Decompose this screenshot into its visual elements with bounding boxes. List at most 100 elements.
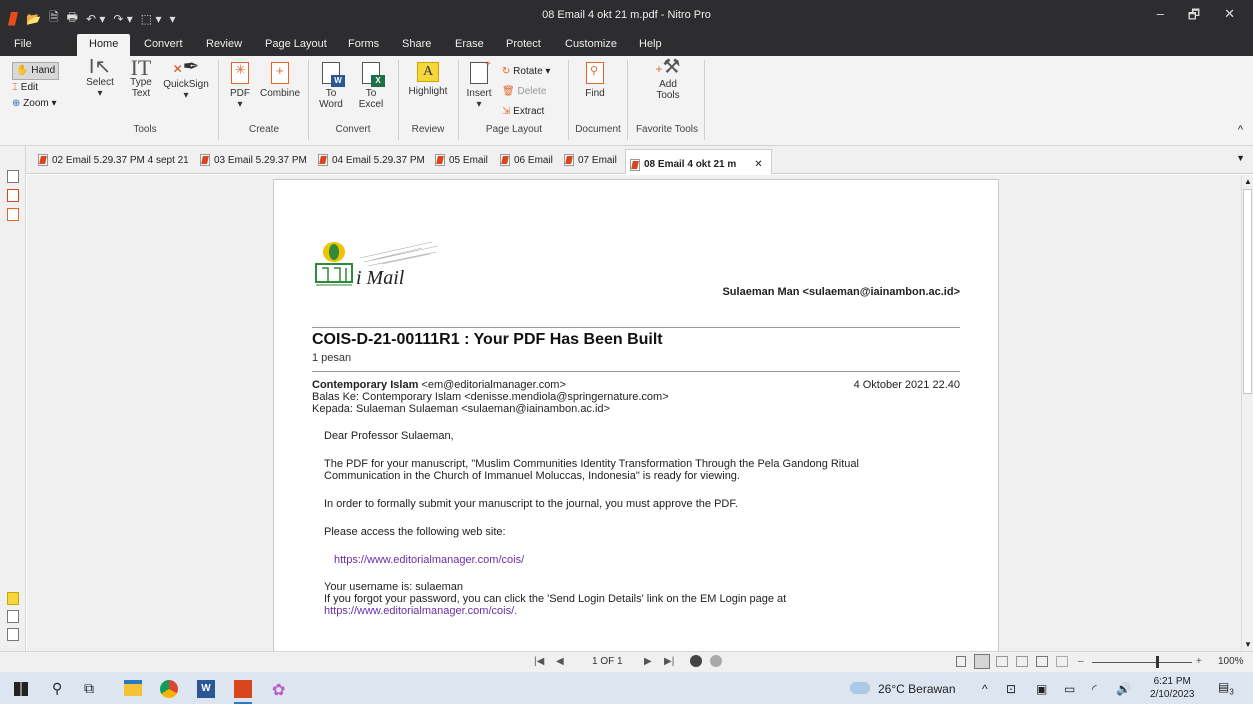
combine-button[interactable]: + Combine: [258, 62, 302, 99]
email-from: Contemporary Islam <em@editorialmanager.…: [312, 379, 566, 391]
tab-protect[interactable]: Protect: [506, 38, 541, 50]
doc-tab[interactable]: 04 Email 5.29.37 PM: [318, 154, 425, 166]
continuous-view-icon[interactable]: [974, 654, 990, 669]
paint-icon[interactable]: ✿: [272, 680, 285, 700]
zoom-level[interactable]: 100%: [1218, 656, 1244, 667]
go-forward-icon[interactable]: [710, 655, 722, 667]
to-excel-button[interactable]: X To Excel: [358, 62, 385, 110]
security-tray-icon[interactable]: ▣: [1036, 682, 1047, 696]
wifi-icon[interactable]: ◜: [1092, 682, 1097, 696]
zoom-tool-button[interactable]: ⊕ Zoom ▾: [12, 96, 59, 112]
restore-button[interactable]: 🗗: [1188, 6, 1200, 28]
scroll-down-icon[interactable]: ▼: [1244, 640, 1252, 649]
doc-tab[interactable]: 06 Email: [500, 154, 553, 166]
facing-view-icon[interactable]: [996, 656, 1008, 667]
search-icon[interactable]: ⚲: [52, 680, 62, 697]
document-viewer[interactable]: i Mail Sulaeman Man <sulaeman@iainambon.…: [27, 175, 1241, 659]
tab-forms[interactable]: Forms: [348, 38, 379, 50]
weather-text[interactable]: 26°C Berawan: [878, 682, 956, 696]
doc-tab-active[interactable]: 08 Email 4 okt 21 m ✕: [625, 149, 772, 174]
tab-share[interactable]: Share: [402, 38, 431, 50]
next-page-button[interactable]: ▶: [644, 656, 652, 667]
chrome-icon[interactable]: [160, 680, 178, 698]
logo-wordmark: i Mail: [356, 267, 405, 289]
select-button[interactable]: I↖ Select ▾: [82, 57, 118, 99]
tab-convert[interactable]: Convert: [144, 38, 183, 50]
security-icon[interactable]: [7, 208, 19, 221]
tab-customize[interactable]: Customize: [565, 38, 617, 50]
edit-tool-button[interactable]: ⌶ Edit: [12, 80, 59, 96]
single-page-view-icon[interactable]: [956, 656, 966, 667]
rotate-button[interactable]: ↻ Rotate ▾: [502, 62, 550, 82]
tab-page-layout[interactable]: Page Layout: [265, 38, 327, 50]
tab-review[interactable]: Review: [206, 38, 242, 50]
email-paragraph: Your username is: sulaeman: [324, 581, 464, 593]
tab-file[interactable]: File: [14, 38, 32, 50]
type-text-button[interactable]: IT Type Text: [126, 57, 156, 100]
editorial-manager-link[interactable]: https://www.editorialmanager.com/cois/: [334, 554, 954, 566]
page-thumbnails-icon[interactable]: [7, 170, 19, 183]
word-icon[interactable]: W: [197, 680, 215, 698]
file-explorer-icon[interactable]: [124, 680, 142, 696]
windows-start-icon[interactable]: [14, 682, 28, 696]
tab-list-chevron-down-icon[interactable]: ▼: [1236, 153, 1245, 163]
editorial-manager-link[interactable]: https://www.editorialmanager.com/cois/.: [324, 605, 944, 617]
zoom-slider-handle[interactable]: [1156, 656, 1159, 668]
doc-tab[interactable]: 05 Email: [435, 154, 488, 166]
task-view-icon[interactable]: ⧉: [84, 680, 94, 697]
highlight-button[interactable]: A Highlight: [403, 62, 453, 97]
tab-help[interactable]: Help: [639, 38, 662, 50]
notifications-icon[interactable]: ▤3: [1218, 680, 1234, 696]
quicksign-button[interactable]: ✕✒ QuickSign ▾: [160, 57, 212, 101]
prev-page-button[interactable]: ◀: [556, 656, 564, 667]
cover-view-icon[interactable]: [1036, 656, 1048, 667]
weather-icon[interactable]: [850, 682, 870, 694]
comments-icon[interactable]: [7, 592, 19, 605]
pdf-create-icon: ✳: [231, 62, 249, 84]
tab-erase[interactable]: Erase: [455, 38, 484, 50]
zoom-out-button[interactable]: –: [1078, 656, 1084, 667]
vertical-scrollbar[interactable]: ▲ ▼: [1241, 175, 1253, 651]
pdf-file-icon: [318, 154, 328, 166]
cover-continuous-icon[interactable]: [1056, 656, 1068, 667]
zoom-in-button[interactable]: +: [1196, 656, 1202, 667]
delete-button[interactable]: 🗑 Delete: [502, 82, 550, 102]
attachments-icon[interactable]: [7, 610, 19, 623]
scroll-thumb[interactable]: [1243, 189, 1252, 394]
doc-tab[interactable]: 07 Email: [564, 154, 617, 166]
rotate-icon: ↻: [502, 66, 511, 77]
meet-now-icon[interactable]: ⊡: [1006, 682, 1016, 696]
doc-tab[interactable]: 03 Email 5.29.37 PM: [200, 154, 307, 166]
first-page-button[interactable]: |◀: [534, 656, 544, 667]
scroll-up-icon[interactable]: ▲: [1244, 177, 1252, 186]
find-button[interactable]: ⚲ Find: [580, 62, 610, 99]
collapse-ribbon-button[interactable]: ^: [1238, 124, 1243, 136]
windows-taskbar: ⚲ ⧉ W ✿ 26°C Berawan ^ ⊡ ▣ ▭ ◜ 🔊 6:21 PM…: [0, 672, 1253, 704]
tab-home[interactable]: Home: [77, 34, 131, 56]
page-indicator[interactable]: 1 OF 1: [592, 656, 623, 667]
hand-tool-button[interactable]: ✋ Hand: [12, 62, 60, 80]
show-hidden-icons-icon[interactable]: ^: [982, 682, 988, 696]
email-paragraph: In order to formally submit your manuscr…: [324, 498, 738, 510]
minimize-button[interactable]: –: [1157, 6, 1164, 28]
output-panel-icon[interactable]: [7, 628, 19, 641]
extract-button[interactable]: ⇲ Extract: [502, 102, 550, 122]
create-pdf-button[interactable]: ✳ PDF ▾: [226, 62, 254, 110]
volume-icon[interactable]: 🔊: [1116, 682, 1131, 696]
word-convert-icon: W: [322, 62, 345, 87]
go-back-icon[interactable]: [690, 655, 702, 667]
facing-continuous-icon[interactable]: [1016, 656, 1028, 667]
close-button[interactable]: ✕: [1224, 6, 1235, 28]
last-page-button[interactable]: ▶|: [664, 656, 674, 667]
to-word-button[interactable]: W To Word: [318, 62, 345, 110]
bookmarks-icon[interactable]: [7, 189, 19, 202]
zoom-slider-track[interactable]: [1092, 662, 1192, 663]
doc-tab[interactable]: 02 Email 5.29.37 PM 4 sept 21: [38, 154, 189, 166]
close-tab-icon[interactable]: ✕: [754, 159, 762, 170]
battery-icon[interactable]: ▭: [1064, 682, 1075, 696]
excel-convert-icon: X: [362, 62, 385, 87]
add-tools-button[interactable]: +⚒ Add Tools: [648, 57, 688, 101]
clock[interactable]: 6:21 PM 2/10/2023: [1150, 675, 1195, 701]
nitro-pro-icon[interactable]: [234, 680, 252, 698]
insert-button[interactable]: + Insert ▾: [464, 59, 494, 110]
